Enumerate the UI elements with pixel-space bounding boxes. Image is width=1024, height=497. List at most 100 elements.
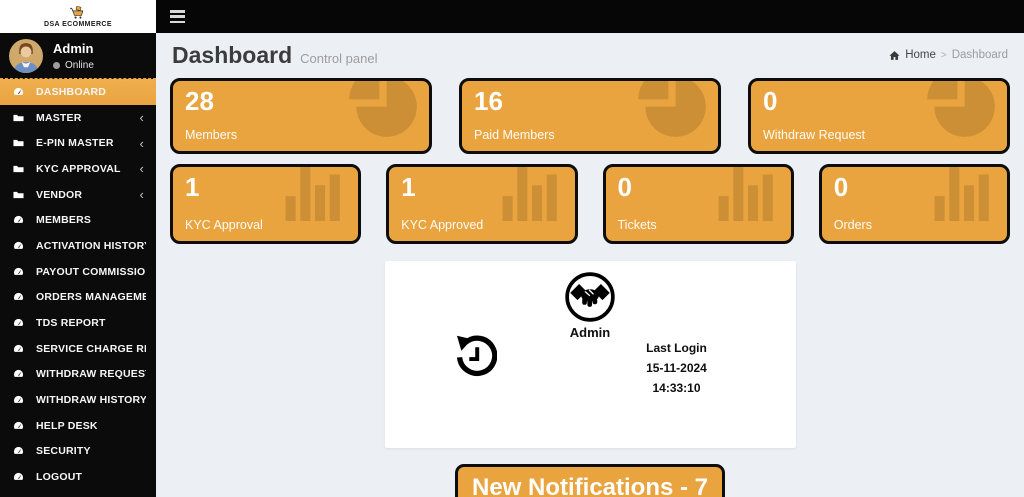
sidebar-item-label: HELP DESK [36, 419, 98, 432]
stat-card-paid-members[interactable]: 16 Paid Members [459, 78, 721, 154]
last-login-title: Last Login [646, 341, 707, 355]
sidebar-item-label: KYC APPROVAL [36, 162, 121, 175]
bar-chart-icon [717, 167, 779, 221]
stat-value: 1 [185, 172, 200, 202]
user-status-label: Online [65, 59, 94, 71]
main-content: Dashboard Control panel Home > Dashboard … [156, 33, 1024, 497]
stat-card-withdraw-request[interactable]: 0 Withdraw Request [748, 78, 1010, 154]
page-title: Dashboard [172, 42, 293, 68]
sidebar-item-vendor[interactable]: VENDOR ‹ [0, 182, 156, 208]
stat-value: 28 [185, 86, 214, 116]
sidebar-item-logout[interactable]: LOGOUT [0, 464, 156, 490]
breadcrumb-home[interactable]: Home [905, 49, 936, 61]
pie-chart-icon [925, 81, 997, 139]
chevron-left-icon: ‹ [139, 161, 144, 177]
bar-chart-icon [501, 167, 563, 221]
folder-icon [12, 137, 27, 149]
sidebar-item-security[interactable]: SECURITY [0, 439, 156, 465]
chevron-left-icon: ‹ [139, 135, 144, 151]
brand-logo[interactable]: DSA ECOMMERCE [0, 0, 156, 33]
folder-icon [12, 189, 27, 201]
folder-icon [12, 163, 27, 175]
user-name: Admin [53, 40, 94, 56]
handshake-icon [564, 271, 616, 323]
sidebar-item-tds-report[interactable]: TDS REPORT [0, 310, 156, 336]
stat-card-orders[interactable]: 0 Orders [818, 164, 1010, 244]
bar-chart-icon [933, 167, 995, 221]
tachometer-icon [12, 214, 27, 226]
sidebar-item-withdraw-history[interactable]: WITHDRAW HISTORY [0, 387, 156, 413]
sidebar-item-label: LOGOUT [36, 471, 83, 484]
stat-label: Orders [833, 218, 872, 232]
stat-label: KYC Approved [401, 218, 484, 232]
pie-chart-icon [347, 81, 419, 139]
sidebar-item-service-charge-report[interactable]: SERVICE CHARGE REPORT [0, 336, 156, 362]
tachometer-icon [12, 240, 27, 252]
breadcrumb-current: Dashboard [951, 49, 1008, 61]
brand-logo-inner: DSA ECOMMERCE [44, 5, 112, 28]
pie-chart-icon [636, 81, 708, 139]
stat-label: Tickets [617, 218, 657, 232]
stat-card-tickets[interactable]: 0 Tickets [602, 164, 794, 244]
sidebar-item-help-desk[interactable]: HELP DESK [0, 413, 156, 439]
history-icon[interactable] [453, 334, 497, 378]
sidebar-item-label: TDS REPORT [36, 317, 106, 330]
tachometer-icon [12, 420, 27, 432]
tachometer-icon [12, 368, 27, 380]
stat-label: Withdraw Request [763, 128, 866, 142]
online-status-dot-icon [53, 61, 60, 69]
breadcrumb: Home > Dashboard [889, 49, 1008, 61]
sidebar-item-label: MEMBERS [36, 214, 92, 227]
stat-value: 0 [833, 172, 849, 202]
sidebar-item-label: ORDERS MANAGEMENT [36, 291, 146, 304]
sidebar-item-e-pin-master[interactable]: E-PIN MASTER ‹ [0, 130, 156, 156]
chevron-left-icon: ‹ [139, 110, 144, 126]
stats-row-1: 28 Members 16 Paid Members 0 Withdraw Request [170, 78, 1010, 154]
stat-card-members[interactable]: 28 Members [170, 78, 432, 154]
sidebar-item-activation-history[interactable]: ACTIVATION HISTORY [0, 233, 156, 259]
tachometer-icon [12, 471, 27, 483]
avatar [9, 38, 43, 73]
last-login-date: 15-11-2024 [646, 360, 707, 375]
tachometer-icon [12, 317, 27, 329]
sidebar-item-dashboard[interactable]: DASHBOARD [0, 79, 156, 105]
sidebar-item-label: WITHDRAW REQUEST [36, 368, 146, 381]
sidebar-item-label: VENDOR [36, 188, 83, 201]
user-status: Online [53, 60, 94, 71]
panel-admin-label: Admin [569, 325, 611, 340]
sidebar-item-label: DASHBOARD [36, 85, 107, 98]
folder-icon [12, 112, 27, 124]
sidebar-item-members[interactable]: MEMBERS [0, 207, 156, 233]
new-notifications-button[interactable]: New Notifications - 7 [455, 464, 725, 497]
shopping-cart-icon [69, 5, 84, 19]
stat-value: 1 [401, 172, 416, 202]
stat-card-kyc-approved[interactable]: 1 KYC Approved [386, 164, 578, 244]
content-header: Dashboard Control panel Home > Dashboard [170, 33, 1010, 78]
stat-label: Paid Members [474, 128, 555, 142]
tachometer-icon [12, 343, 27, 355]
user-info: Admin Online [53, 41, 94, 71]
stat-label: KYC Approval [185, 218, 263, 232]
sidebar-item-label: WITHDRAW HISTORY [36, 394, 146, 407]
sidebar-menu: DASHBOARD MASTER ‹ E-PIN MASTER ‹ KYC APPROVA… [0, 79, 156, 490]
hamburger-icon[interactable] [170, 10, 185, 23]
chevron-left-icon: ‹ [139, 187, 144, 203]
sidebar-item-label: SECURITY [36, 445, 91, 458]
sidebar-item-withdraw-request[interactable]: WITHDRAW REQUEST [0, 362, 156, 388]
sidebar-item-label: MASTER [36, 111, 82, 124]
sidebar-item-kyc-approval[interactable]: KYC APPROVAL ‹ [0, 156, 156, 182]
brand-name: DSA ECOMMERCE [44, 20, 112, 28]
stat-card-kyc-approval[interactable]: 1 KYC Approval [170, 164, 362, 244]
stat-value: 0 [763, 86, 778, 116]
tachometer-icon [12, 291, 27, 303]
admin-info-panel: Admin Last Login 15-11-2024 14:33:10 [384, 261, 796, 448]
sidebar-item-orders-management[interactable]: ORDERS MANAGEMENT [0, 285, 156, 311]
home-icon [889, 50, 900, 61]
stats-row-2: 1 KYC Approval 1 KYC Approved 0 Tickets 0 Order… [170, 164, 1010, 244]
sidebar-item-label: PAYOUT COMMISSION [36, 265, 146, 278]
sidebar-item-label: E-PIN MASTER [36, 137, 114, 150]
sidebar-item-payout-commission[interactable]: PAYOUT COMMISSION [0, 259, 156, 285]
sidebar-item-master[interactable]: MASTER ‹ [0, 105, 156, 131]
stat-label: Members [185, 128, 238, 142]
tachometer-icon [12, 86, 27, 98]
